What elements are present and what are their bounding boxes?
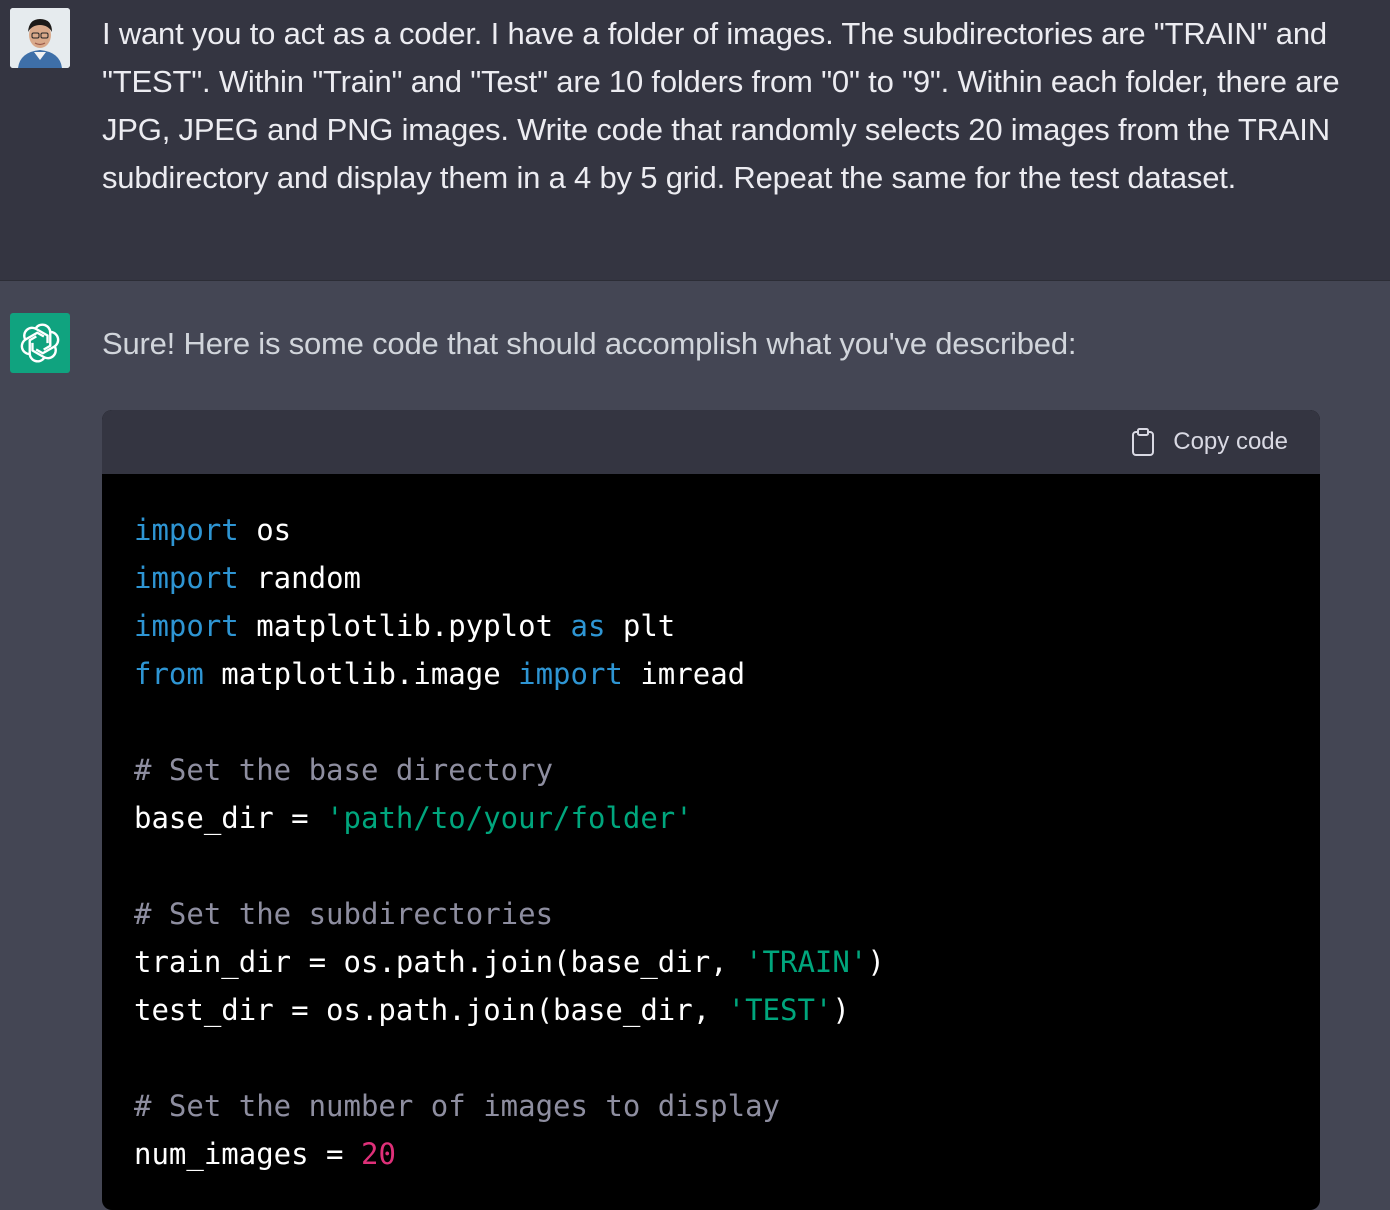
code-text: base_dir = [134, 801, 327, 835]
code-text: matplotlib.pyplot [238, 609, 571, 643]
code-number: 20 [360, 1137, 396, 1171]
code-keyword: from [134, 657, 204, 691]
code-string: 'path/to/your/folder' [326, 801, 693, 835]
assistant-message-row: Sure! Here is some code that should acco… [0, 282, 1390, 1210]
code-text: num_images = [134, 1137, 361, 1171]
code-keyword: as [570, 609, 606, 643]
copy-code-button[interactable]: Copy code [1131, 425, 1288, 459]
code-line: base_dir = 'path/to/your/folder' [134, 794, 1320, 842]
code-block: Copy code import os import random import m… [102, 410, 1320, 1210]
code-keyword: import [134, 561, 239, 595]
code-text: ) [832, 993, 850, 1027]
openai-logo-icon [10, 313, 70, 373]
code-line: # Set the base directory [134, 746, 1320, 794]
user-avatar-image [10, 8, 70, 68]
code-comment: # Set the subdirectories [134, 897, 554, 931]
code-line: import random [134, 554, 1320, 602]
code-text: ) [867, 945, 885, 979]
code-line: from matplotlib.image import imread [134, 650, 1320, 698]
code-text: test_dir = os.path.join(base_dir, [134, 993, 728, 1027]
code-line: # Set the number of images to display [134, 1082, 1320, 1130]
code-line: # Set the subdirectories [134, 890, 1320, 938]
code-keyword: import [134, 513, 239, 547]
code-line: import matplotlib.pyplot as plt [134, 602, 1320, 650]
user-message-row: I want you to act as a coder. I have a f… [0, 0, 1390, 281]
code-text: plt [605, 609, 676, 643]
code-keyword: import [134, 609, 239, 643]
assistant-intro-text: Sure! Here is some code that should acco… [102, 326, 1077, 361]
code-keyword: import [518, 657, 623, 691]
code-line: train_dir = os.path.join(base_dir, 'TRAI… [134, 938, 1320, 986]
user-avatar [10, 8, 70, 68]
code-text: imread [622, 657, 746, 691]
code-string: 'TRAIN' [745, 945, 868, 979]
code-content: import os import random import matplotlib.… [102, 474, 1320, 1178]
code-line: num_images = 20 [134, 1130, 1320, 1178]
code-block-header: Copy code [102, 410, 1320, 474]
code-comment: # Set the number of images to display [134, 1089, 781, 1123]
code-text: train_dir = os.path.join(base_dir, [134, 945, 746, 979]
clipboard-icon [1132, 428, 1155, 456]
code-comment: # Set the base directory [134, 753, 554, 787]
code-string: 'TEST' [727, 993, 833, 1027]
copy-code-label: Copy code [1173, 428, 1288, 455]
user-message-text: I want you to act as a coder. I have a f… [102, 16, 1340, 195]
code-line: test_dir = os.path.join(base_dir, 'TEST'… [134, 986, 1320, 1034]
code-text: os [238, 513, 292, 547]
code-text: random [238, 561, 361, 595]
code-line: import os [134, 506, 1320, 554]
code-text: matplotlib.image [203, 657, 519, 691]
